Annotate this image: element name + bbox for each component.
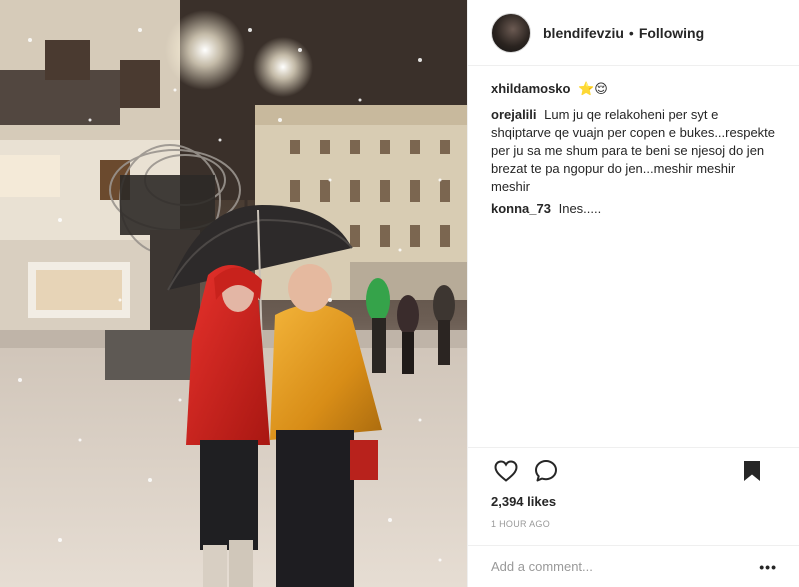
- snowy-street-scene: [0, 0, 467, 587]
- following-button[interactable]: Following: [639, 25, 704, 41]
- comments-list: xhildamosko ⭐😌 orejalili Lum ju qe relak…: [468, 80, 799, 446]
- heart-icon: [494, 460, 518, 482]
- caption-text: ⭐😌: [578, 81, 608, 96]
- post-author-username[interactable]: blendifevziu: [543, 25, 624, 41]
- avatar[interactable]: [491, 12, 531, 53]
- comment-icon: [535, 460, 557, 482]
- post-header: blendifevziu • Following: [468, 0, 799, 66]
- comment-author[interactable]: konna_73: [491, 201, 551, 216]
- post-actions: 2,394 likes 1 HOUR AGO: [468, 447, 799, 545]
- add-comment-bar: •••: [468, 545, 799, 587]
- comment-button[interactable]: [531, 456, 561, 486]
- save-button[interactable]: [737, 456, 767, 486]
- post-photo[interactable]: [0, 0, 467, 587]
- like-button[interactable]: [491, 456, 521, 486]
- post-sidebar: blendifevziu • Following xhildamosko ⭐😌 …: [467, 0, 799, 587]
- add-comment-input[interactable]: [491, 559, 760, 574]
- likes-count[interactable]: 2,394 likes: [491, 494, 777, 509]
- post-timestamp: 1 HOUR AGO: [491, 519, 551, 529]
- more-options-button[interactable]: •••: [759, 559, 777, 575]
- comment-text: Ines.....: [558, 201, 602, 216]
- action-icons-row: [491, 448, 777, 494]
- header-separator: •: [628, 24, 634, 41]
- comment-item: konna_73 Ines.....: [491, 200, 776, 218]
- comment-item: orejalili Lum ju qe relakoheni per syt e…: [491, 106, 776, 196]
- caption-author[interactable]: xhildamosko: [491, 81, 570, 96]
- caption: xhildamosko ⭐😌: [491, 80, 776, 98]
- bookmark-icon: [744, 461, 760, 481]
- comment-author[interactable]: orejalili: [491, 107, 537, 122]
